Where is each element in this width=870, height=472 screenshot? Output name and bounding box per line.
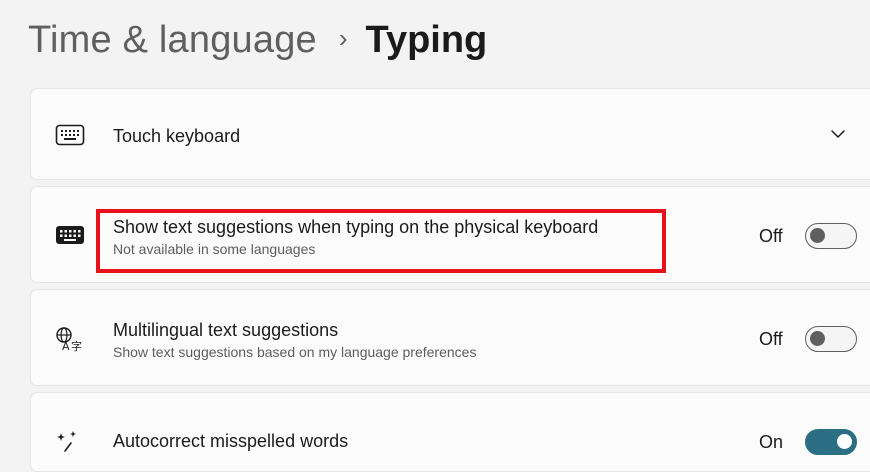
multilingual-suggestions-setting: A 字 Multilingual text suggestions Show t… bbox=[30, 289, 870, 386]
setting-title: Autocorrect misspelled words bbox=[113, 431, 349, 451]
toggle-state-label: Off bbox=[759, 225, 783, 246]
multilingual-text: Multilingual text suggestions Show text … bbox=[113, 320, 476, 360]
toggle-knob bbox=[810, 331, 825, 346]
physical-keyboard-suggestions-toggle[interactable] bbox=[805, 223, 857, 249]
toggle-knob bbox=[837, 434, 852, 449]
multilingual-suggestions-toggle[interactable] bbox=[805, 326, 857, 352]
sparkle-icon bbox=[53, 429, 87, 455]
setting-title: Show text suggestions when typing on the… bbox=[113, 217, 599, 237]
toggle-group: On bbox=[759, 429, 857, 455]
toggle-group: Off bbox=[759, 326, 857, 352]
touch-keyboard-icon bbox=[53, 122, 87, 148]
autocorrect-setting: Autocorrect misspelled words On bbox=[30, 392, 870, 472]
toggle-state-label: On bbox=[759, 431, 784, 452]
toggle-state-label: Off bbox=[759, 328, 783, 349]
breadcrumb-parent-link[interactable]: Time & language bbox=[28, 19, 317, 62]
svg-text:字: 字 bbox=[71, 339, 82, 352]
touch-keyboard-text: Touch keyboard bbox=[113, 126, 240, 147]
svg-text:A: A bbox=[62, 340, 70, 352]
physical-keyboard-text: Show text suggestions when typing on the… bbox=[113, 217, 598, 257]
autocorrect-text: Autocorrect misspelled words bbox=[113, 431, 348, 452]
toggle-group: Off bbox=[759, 223, 857, 249]
breadcrumb-separator-icon: › bbox=[338, 22, 348, 53]
breadcrumb: Time & language › Typing bbox=[28, 12, 487, 68]
physical-keyboard-suggestions-setting: Show text suggestions when typing on the… bbox=[30, 186, 870, 283]
toggle-knob bbox=[810, 228, 825, 243]
setting-description: Not available in some languages bbox=[113, 241, 316, 257]
setting-title: Touch keyboard bbox=[113, 126, 241, 146]
touch-keyboard-setting[interactable]: Touch keyboard bbox=[30, 88, 870, 180]
page-title: Typing bbox=[365, 18, 488, 61]
setting-title: Multilingual text suggestions bbox=[113, 320, 339, 340]
multilingual-icon: A 字 bbox=[53, 326, 87, 352]
chevron-down-icon[interactable] bbox=[827, 123, 849, 145]
autocorrect-toggle[interactable] bbox=[805, 429, 857, 455]
setting-description: Show text suggestions based on my langua… bbox=[113, 344, 477, 360]
keyboard-icon bbox=[53, 222, 87, 248]
